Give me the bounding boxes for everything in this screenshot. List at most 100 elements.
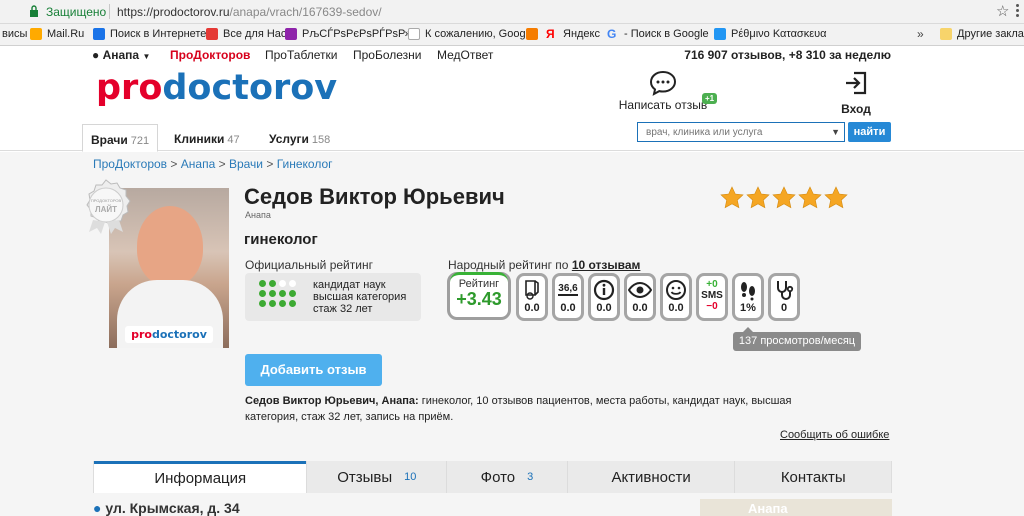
chat-bubble-icon [649, 70, 677, 96]
bookmark-item[interactable]: Mail.Ru [30, 28, 84, 40]
metric-qualification[interactable]: 0.0 [516, 273, 548, 321]
city-selector[interactable]: ● Анапа ▼ [92, 48, 150, 62]
metric-sms[interactable]: +0 SMS −0 [696, 273, 728, 321]
lite-badge-icon: ПРОДОКТОРОВ ЛАЙТ [86, 179, 131, 234]
tab-doctors[interactable]: Врачи 721 [82, 124, 159, 152]
bookmark-icon [285, 28, 297, 40]
site-topbar: ● Анапа ▼ ПроДокторов ПроТаблетки ПроБол… [0, 46, 1024, 63]
nav-prodoctorov[interactable]: ПроДокторов [170, 48, 250, 62]
search-button[interactable]: найти [848, 122, 891, 142]
chevron-down-icon[interactable]: ▼ [831, 127, 840, 137]
bookmark-item[interactable]: Ρέθμινο Κατασκευα [714, 28, 827, 40]
rating-value: +3.43 [456, 289, 502, 309]
lock-icon [30, 5, 38, 17]
metric-stethoscope[interactable]: 0 [768, 273, 800, 321]
page-icon [408, 28, 420, 40]
login-button[interactable]: Вход [838, 70, 874, 116]
bookmark-star-icon[interactable]: ☆ [996, 2, 1009, 20]
bookmark-item[interactable]: РљСЃРѕРєРѕРЃРѕР»С [285, 28, 419, 40]
star-icon [798, 186, 822, 209]
doctor-name: Седов Виктор Юрьевич [244, 184, 505, 209]
browser-address-bar: Защищено https://prodoctorov.ru/anapa/vr… [0, 0, 1024, 24]
official-rating-box[interactable]: кандидат наук высшая категория стаж 32 л… [245, 273, 421, 321]
bookmark-item[interactable]: Поиск в Интернете [93, 28, 206, 40]
photo-watermark: prodoctorov [125, 326, 213, 343]
add-review-button[interactable]: Добавить отзыв [245, 354, 382, 386]
secure-label: Защищено [46, 5, 107, 19]
views-tooltip: 137 просмотров/месяц [733, 327, 861, 351]
mailru-icon [30, 28, 42, 40]
doctor-specialty[interactable]: гинеколог [244, 231, 318, 248]
metric-steps[interactable]: 1% [732, 273, 764, 321]
address-separator [109, 4, 110, 19]
site-stats: 716 907 отзывов, +8 310 за неделю [684, 48, 891, 62]
metric-attention[interactable]: 0.0 [624, 273, 656, 321]
tab-reviews[interactable]: Отзывы 10 [306, 461, 447, 493]
svg-text:ПРОДОКТОРОВ: ПРОДОКТОРОВ [91, 198, 122, 203]
smile-icon [666, 280, 686, 300]
clinic-address: ● ул. Крымская, д. 34 [93, 500, 240, 516]
star-icon [720, 186, 744, 209]
bookmarks-bar: висы Mail.Ru Поиск в Интернете Все для Н… [0, 24, 1024, 46]
official-rating-details: кандидат наук высшая категория стаж 32 л… [313, 279, 407, 315]
google-icon: G [607, 27, 617, 41]
rating-score-box[interactable]: Рейтинг +3.43 [447, 272, 511, 320]
report-error-link[interactable]: Сообщить об ошибке [780, 429, 889, 441]
doctor-city: Анапа [245, 210, 271, 220]
nav-protabletki[interactable]: ПроТаблетки [265, 48, 338, 62]
metric-impression[interactable]: 0.0 [660, 273, 692, 321]
rating-dots [259, 280, 296, 307]
browser-menu-icon[interactable] [1016, 3, 1020, 19]
breadcrumb-link[interactable]: ПроДокторов [93, 157, 167, 171]
yandex-icon: Я [546, 27, 555, 41]
map-preview[interactable]: Анапа [700, 499, 892, 516]
bookmarks-overflow-button[interactable]: » [917, 27, 924, 41]
breadcrumb-link[interactable]: Анапа [181, 157, 215, 171]
breadcrumb-link[interactable]: Врачи [229, 157, 263, 171]
url-field[interactable]: https://prodoctorov.ru/anapa/vrach/16763… [117, 5, 382, 19]
info-icon [593, 279, 615, 301]
metric-information[interactable]: 0.0 [588, 273, 620, 321]
tab-services[interactable]: Услуги 158 [261, 124, 338, 152]
star-icon [746, 186, 770, 209]
bookmark-item[interactable]: Я Яндекс [546, 28, 600, 40]
tab-contacts[interactable]: Контакты [734, 461, 892, 493]
other-bookmarks[interactable]: Другие заклад [940, 28, 1024, 40]
bookmark-item[interactable] [526, 28, 543, 40]
url-domain: https://prodoctorov.ru [117, 5, 230, 19]
chevron-down-icon: ▼ [142, 52, 151, 61]
bookmark-item[interactable]: К сожалению, Goog [408, 28, 526, 40]
tab-activities[interactable]: Активности [566, 461, 735, 493]
svg-text:ЛАЙТ: ЛАЙТ [95, 205, 117, 214]
official-rating-title: Официальный рейтинг [245, 258, 373, 272]
tab-clinics[interactable]: Клиники 47 [166, 124, 248, 152]
eye-icon [628, 282, 652, 298]
write-review-button[interactable]: Написать отзыв +1 [618, 70, 718, 112]
doctor-panel: ПроДокторов > Анапа > Врачи > Гинеколог … [0, 152, 1024, 516]
breadcrumb-link[interactable]: Гинеколог [277, 157, 333, 171]
nav-probolezni[interactable]: ПроБолезни [353, 48, 422, 62]
bookmark-icon [206, 28, 218, 40]
search-input[interactable] [638, 123, 823, 141]
tab-photos[interactable]: Фото 3 [446, 461, 567, 493]
star-icon [772, 186, 796, 209]
write-review-label: Написать отзыв [618, 98, 708, 112]
reviews-link[interactable]: 10 отзывам [572, 258, 641, 272]
bookmark-icon [714, 28, 726, 40]
star-icon [824, 186, 848, 209]
bookmark-item[interactable]: G- Поиск в Google [607, 28, 709, 40]
review-bonus-badge: +1 [702, 93, 718, 104]
thermometer-icon: 36,6 [558, 283, 578, 296]
bookmark-item[interactable]: Все для Нас [206, 28, 286, 40]
breadcrumb: ПроДокторов > Анапа > Врачи > Гинеколог [93, 157, 333, 171]
bookmark-item[interactable]: висы [2, 28, 27, 40]
stethoscope-icon [777, 281, 794, 300]
site-logo[interactable]: prodoctorov [96, 68, 337, 108]
nav-medotvet[interactable]: МедОтвет [437, 48, 493, 62]
info-tabs: Информация Отзывы 10 Фото 3 Активности Кон… [93, 461, 892, 493]
search-icon [93, 28, 105, 40]
metric-thermometer[interactable]: 36,6 0.0 [552, 273, 584, 321]
login-icon [846, 71, 867, 95]
tab-information[interactable]: Информация [94, 461, 307, 493]
search-input-wrapper: ▼ [637, 122, 845, 142]
